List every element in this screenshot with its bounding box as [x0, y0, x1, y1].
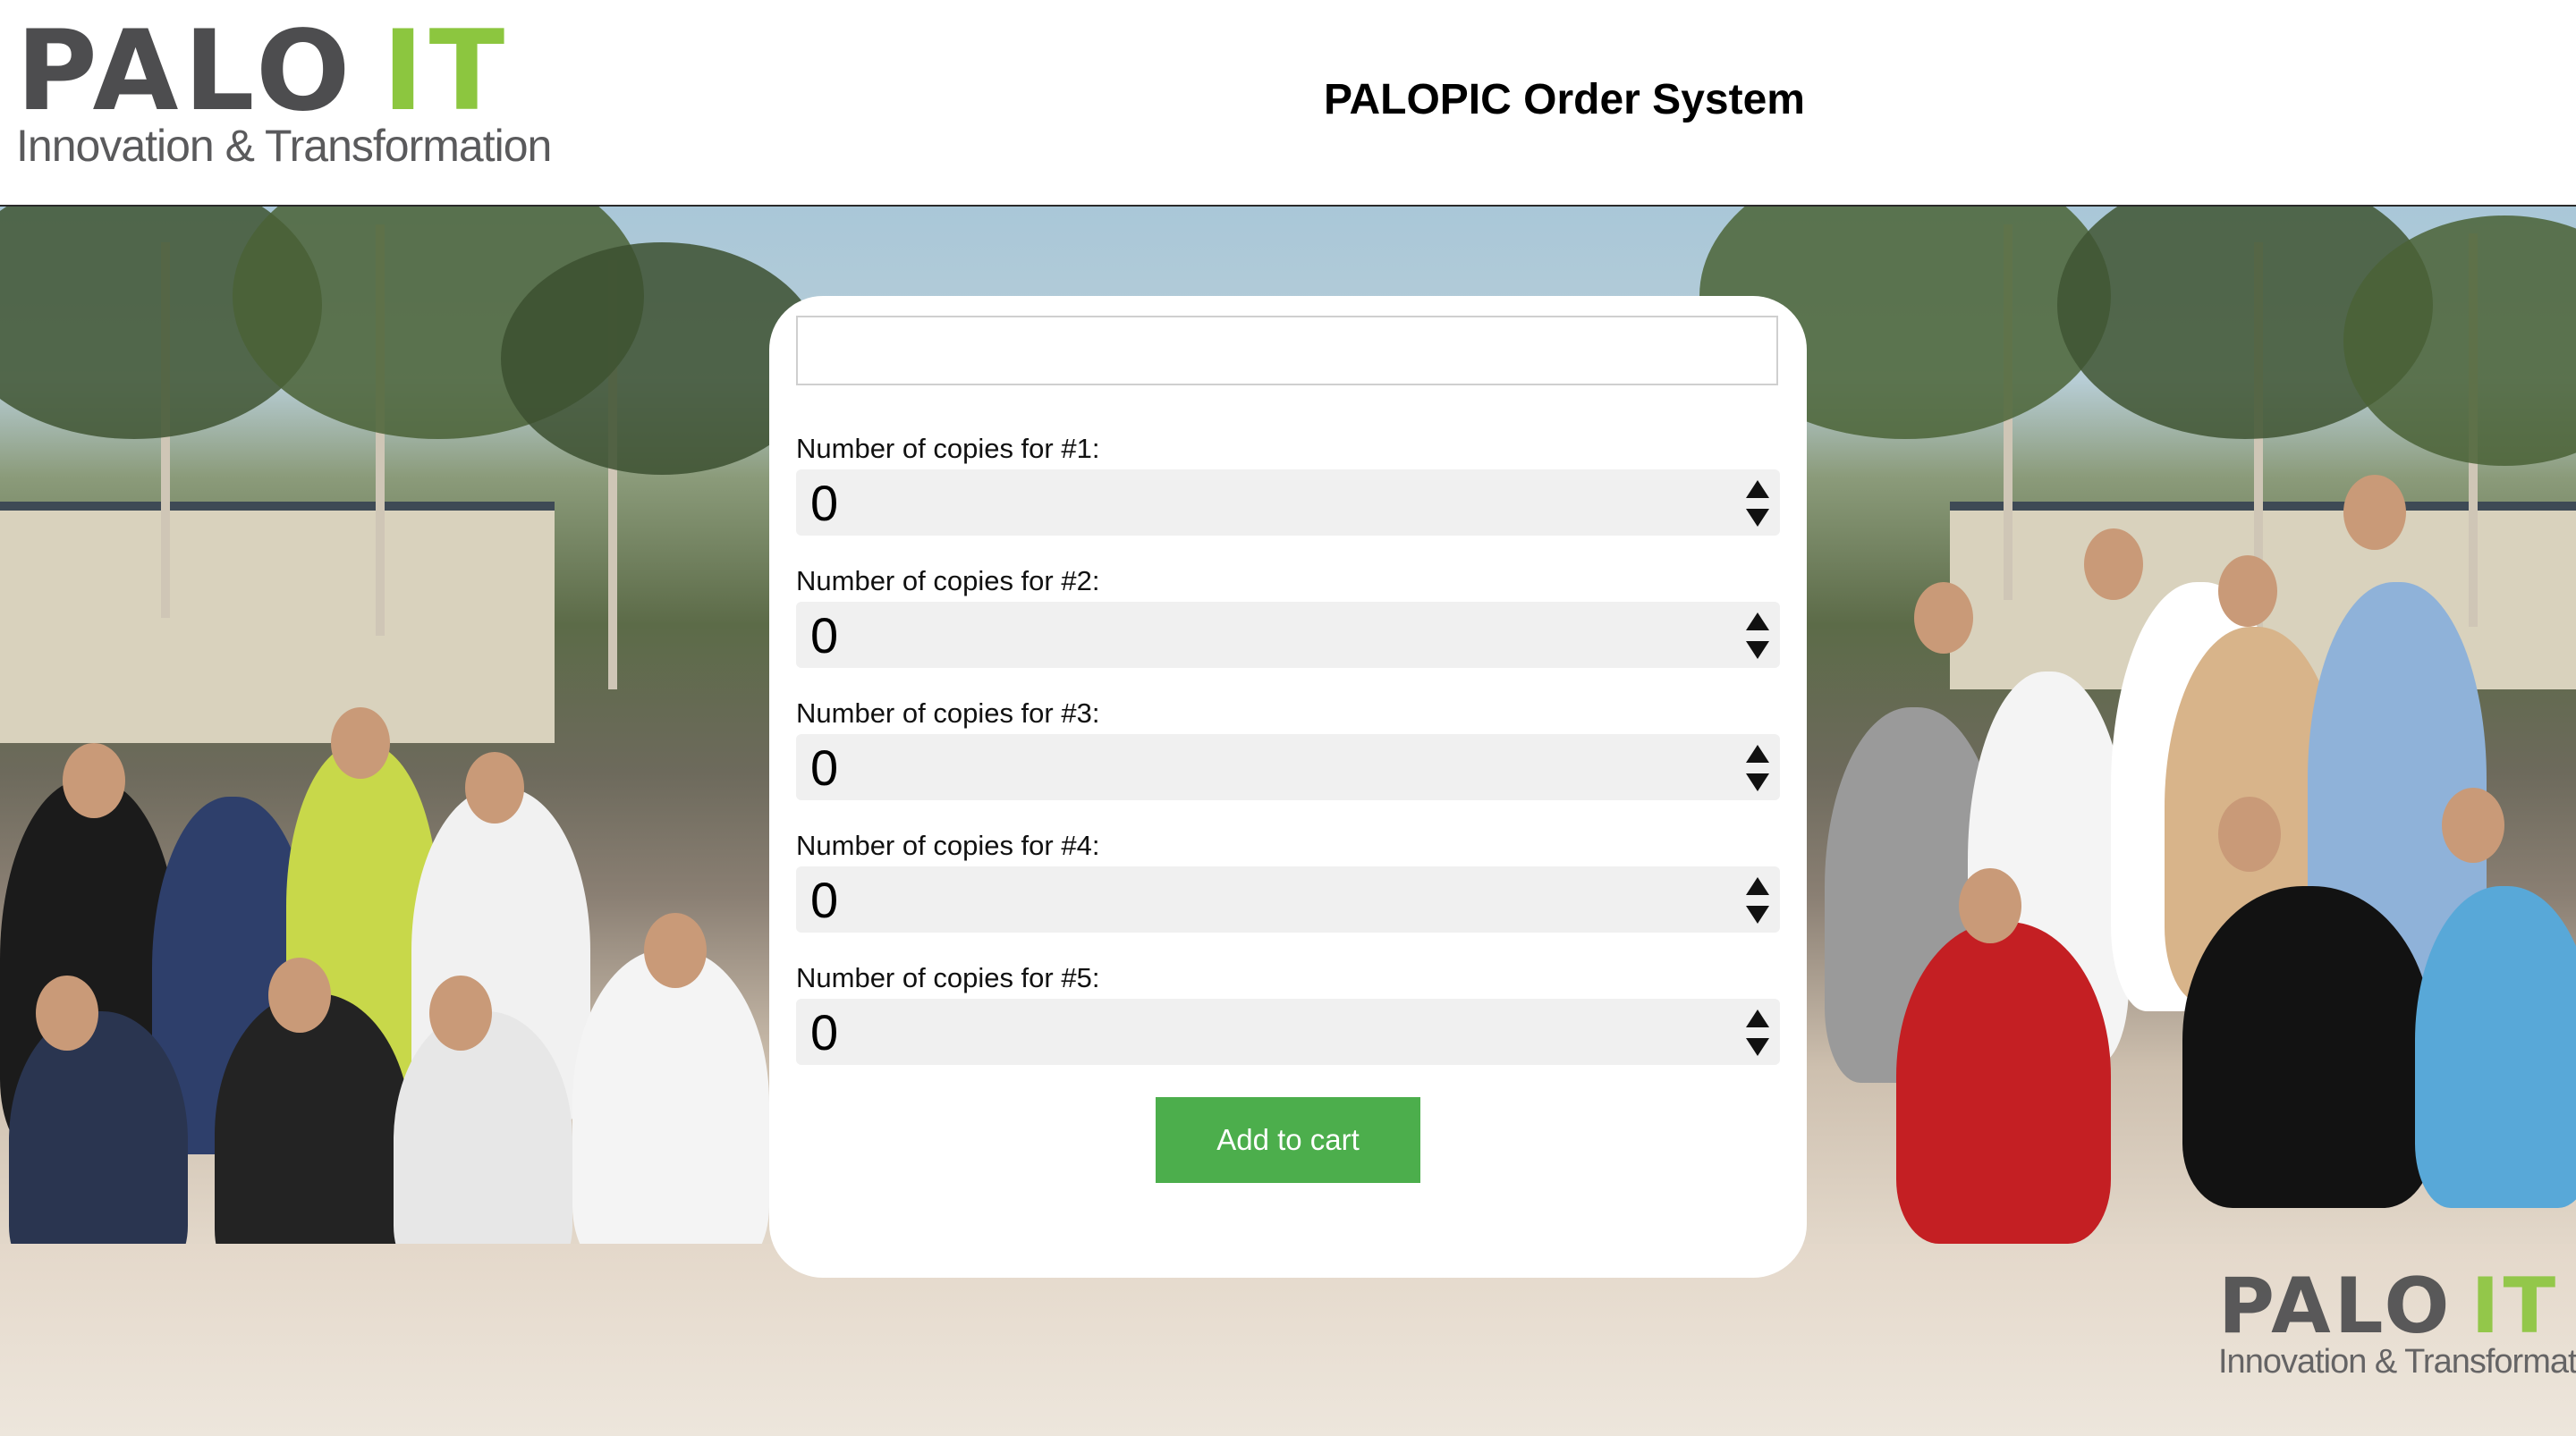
quantity-field-4: Number of copies for #4: 0 [796, 829, 1780, 933]
decrement-arrow-icon[interactable] [1746, 509, 1769, 527]
logo-tagline: Innovation & Transformation [16, 121, 552, 171]
decrement-arrow-icon[interactable] [1746, 773, 1769, 791]
decrement-arrow-icon[interactable] [1746, 1038, 1769, 1056]
quantity-label: Number of copies for #4: [796, 830, 1100, 861]
quantity-label: Number of copies for #5: [796, 962, 1100, 993]
page-header: PALO IT Innovation & Transformation PALOP… [0, 0, 2576, 207]
quantity-label: Number of copies for #2: [796, 565, 1100, 596]
quantity-label: Number of copies for #1: [796, 433, 1100, 464]
resort-building-left [0, 502, 555, 743]
order-form-card: Number of copies for #1: 0 Number of cop… [769, 296, 1807, 1278]
quantity-field-1: Number of copies for #1: 0 [796, 432, 1780, 536]
spinner-icon[interactable] [1742, 875, 1773, 925]
watermark-logo: PALOIT Innovation & Transformation [2218, 1268, 2576, 1402]
increment-arrow-icon[interactable] [1746, 612, 1769, 630]
quantity-field-3: Number of copies for #3: 0 [796, 697, 1780, 800]
quantity-stepper[interactable]: 0 [796, 734, 1780, 800]
increment-arrow-icon[interactable] [1746, 1009, 1769, 1027]
quantity-value[interactable]: 0 [810, 1008, 838, 1058]
quantity-field-5: Number of copies for #5: 0 [796, 961, 1780, 1065]
page-title: PALOPIC Order System [1324, 76, 1805, 123]
quantity-field-2: Number of copies for #2: 0 [796, 564, 1780, 668]
decrement-arrow-icon[interactable] [1746, 906, 1769, 924]
palo-it-logo[interactable]: PALO IT Innovation & Transformation [16, 7, 562, 171]
spinner-icon[interactable] [1742, 611, 1773, 661]
quantity-label: Number of copies for #3: [796, 697, 1100, 729]
spinner-icon[interactable] [1742, 1008, 1773, 1058]
increment-arrow-icon[interactable] [1746, 745, 1769, 763]
increment-arrow-icon[interactable] [1746, 877, 1769, 895]
increment-arrow-icon[interactable] [1746, 480, 1769, 498]
spinner-icon[interactable] [1742, 478, 1773, 528]
quantity-stepper[interactable]: 0 [796, 602, 1780, 668]
decrement-arrow-icon[interactable] [1746, 641, 1769, 659]
logo-wordmark: PALO IT [16, 7, 511, 136]
quantity-stepper[interactable]: 0 [796, 999, 1780, 1065]
top-text-field[interactable] [796, 316, 1778, 385]
quantity-value[interactable]: 0 [810, 875, 838, 925]
watermark-wordmark: PALO IT [2218, 1262, 2560, 1351]
quantity-stepper[interactable]: 0 [796, 469, 1780, 536]
watermark-tagline: Innovation & Transformation [2218, 1343, 2576, 1381]
add-to-cart-button[interactable]: Add to cart [1156, 1097, 1420, 1183]
spinner-icon[interactable] [1742, 743, 1773, 793]
quantity-value[interactable]: 0 [810, 611, 838, 661]
quantity-value[interactable]: 0 [810, 743, 838, 793]
quantity-stepper[interactable]: 0 [796, 866, 1780, 933]
quantity-value[interactable]: 0 [810, 478, 838, 528]
